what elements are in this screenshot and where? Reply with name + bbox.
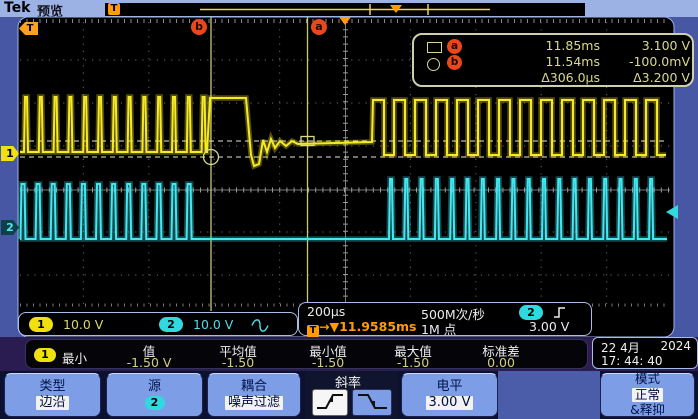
cursor-b-circle-icon <box>427 58 440 71</box>
timebase-readout: 200μs 500M次/秒 2 T→▼11.9585ms 1M 点 3.00 V <box>298 302 592 336</box>
time-label: 17: 44: 40 <box>601 354 663 368</box>
trigger-position-value: 11.9585ms <box>339 319 416 334</box>
menu-source-button[interactable]: 源 2 <box>106 373 203 417</box>
datetime-box: 22 4月 2024 17: 44: 40 <box>592 337 698 369</box>
falling-edge-icon[interactable] <box>352 389 392 416</box>
menu-slope-section[interactable]: 斜率 <box>305 371 398 419</box>
record-length: 1M 点 <box>421 319 456 338</box>
meas-value-max: -1.50 <box>368 355 458 370</box>
cursor-b-badge: b <box>191 19 207 35</box>
cursor-b-voltage: -100.0mV <box>582 54 690 69</box>
cursor-readout-box: a 11.85ms 3.100 V b 11.54ms -100.0mV Δ30… <box>412 33 694 87</box>
trigger-source-badge: 2 <box>519 305 543 320</box>
cursor-a-badge-small: a <box>447 39 462 54</box>
menu-level-value: 3.00 V <box>426 396 474 411</box>
menu-coupling-value: 噪声过滤 <box>225 396 283 411</box>
measurement-channel-badge: 1 <box>34 348 56 362</box>
menu-type-value: 边沿 <box>36 396 68 411</box>
channel2-scale: 10.0 V <box>193 317 233 332</box>
cursor-a-voltage: 3.100 V <box>582 38 690 53</box>
measurement-readout: 1 最小 值 -1.50 V 平均值 -1.50 最小值 -1.50 最大值 -… <box>25 339 588 369</box>
menu-level-button[interactable]: 电平 3.00 V <box>401 373 498 417</box>
cursor-delta-voltage: Δ3.200 V <box>582 70 690 85</box>
menu-type-button[interactable]: 类型 边沿 <box>4 373 101 417</box>
menu-mode-value: 正常 <box>632 388 663 402</box>
oscilloscope-display: Tek 预览 T <box>0 0 698 419</box>
trigger-arrow-icon: →▼ <box>319 319 339 334</box>
channel1-badge: 1 <box>29 317 53 332</box>
trigger-slope-icon <box>553 306 567 319</box>
menu-type-label: 类型 <box>39 380 65 395</box>
meas-value-min: -1.50 <box>283 355 373 370</box>
menu-coupling-button[interactable]: 耦合 噪声过滤 <box>207 373 301 417</box>
channel-scale-readout: 1 10.0 V 2 10.0 V <box>18 312 298 336</box>
menu-source-label: 源 <box>148 380 161 395</box>
year-label: 2024 <box>660 339 691 353</box>
trigger-t-icon: T <box>307 325 319 337</box>
trigger-level-readout: 3.00 V <box>529 319 569 334</box>
meas-value-mean: -1.50 <box>193 355 283 370</box>
channel1-scale: 10.0 V <box>63 317 103 332</box>
menu-mode-button[interactable]: 模式 正常 &释抑 <box>600 373 695 417</box>
menu-coupling-label: 耦合 <box>241 380 267 395</box>
menu-mode-value2: &释抑 <box>630 403 665 417</box>
measurement-name: 最小 <box>62 348 87 367</box>
menu-source-channel-badge: 2 <box>145 396 165 410</box>
trigger-position-readout: T→▼11.9585ms <box>307 319 417 337</box>
channel2-badge: 2 <box>159 317 183 332</box>
menu-gap-bezel <box>498 371 600 419</box>
cursor-a-square-icon <box>427 42 442 53</box>
cursor-a-badge: a <box>311 19 327 35</box>
menu-mode-label: 模式 <box>635 372 660 386</box>
menu-level-label: 电平 <box>436 380 462 395</box>
rising-edge-icon[interactable] <box>312 389 348 416</box>
ac-coupling-icon <box>251 319 269 332</box>
meas-value-stddev: 0.00 <box>456 355 546 370</box>
timebase-scale: 200μs <box>307 304 345 319</box>
meas-value-value: -1.50 V <box>104 355 194 370</box>
cursor-b-badge-small: b <box>447 55 462 70</box>
